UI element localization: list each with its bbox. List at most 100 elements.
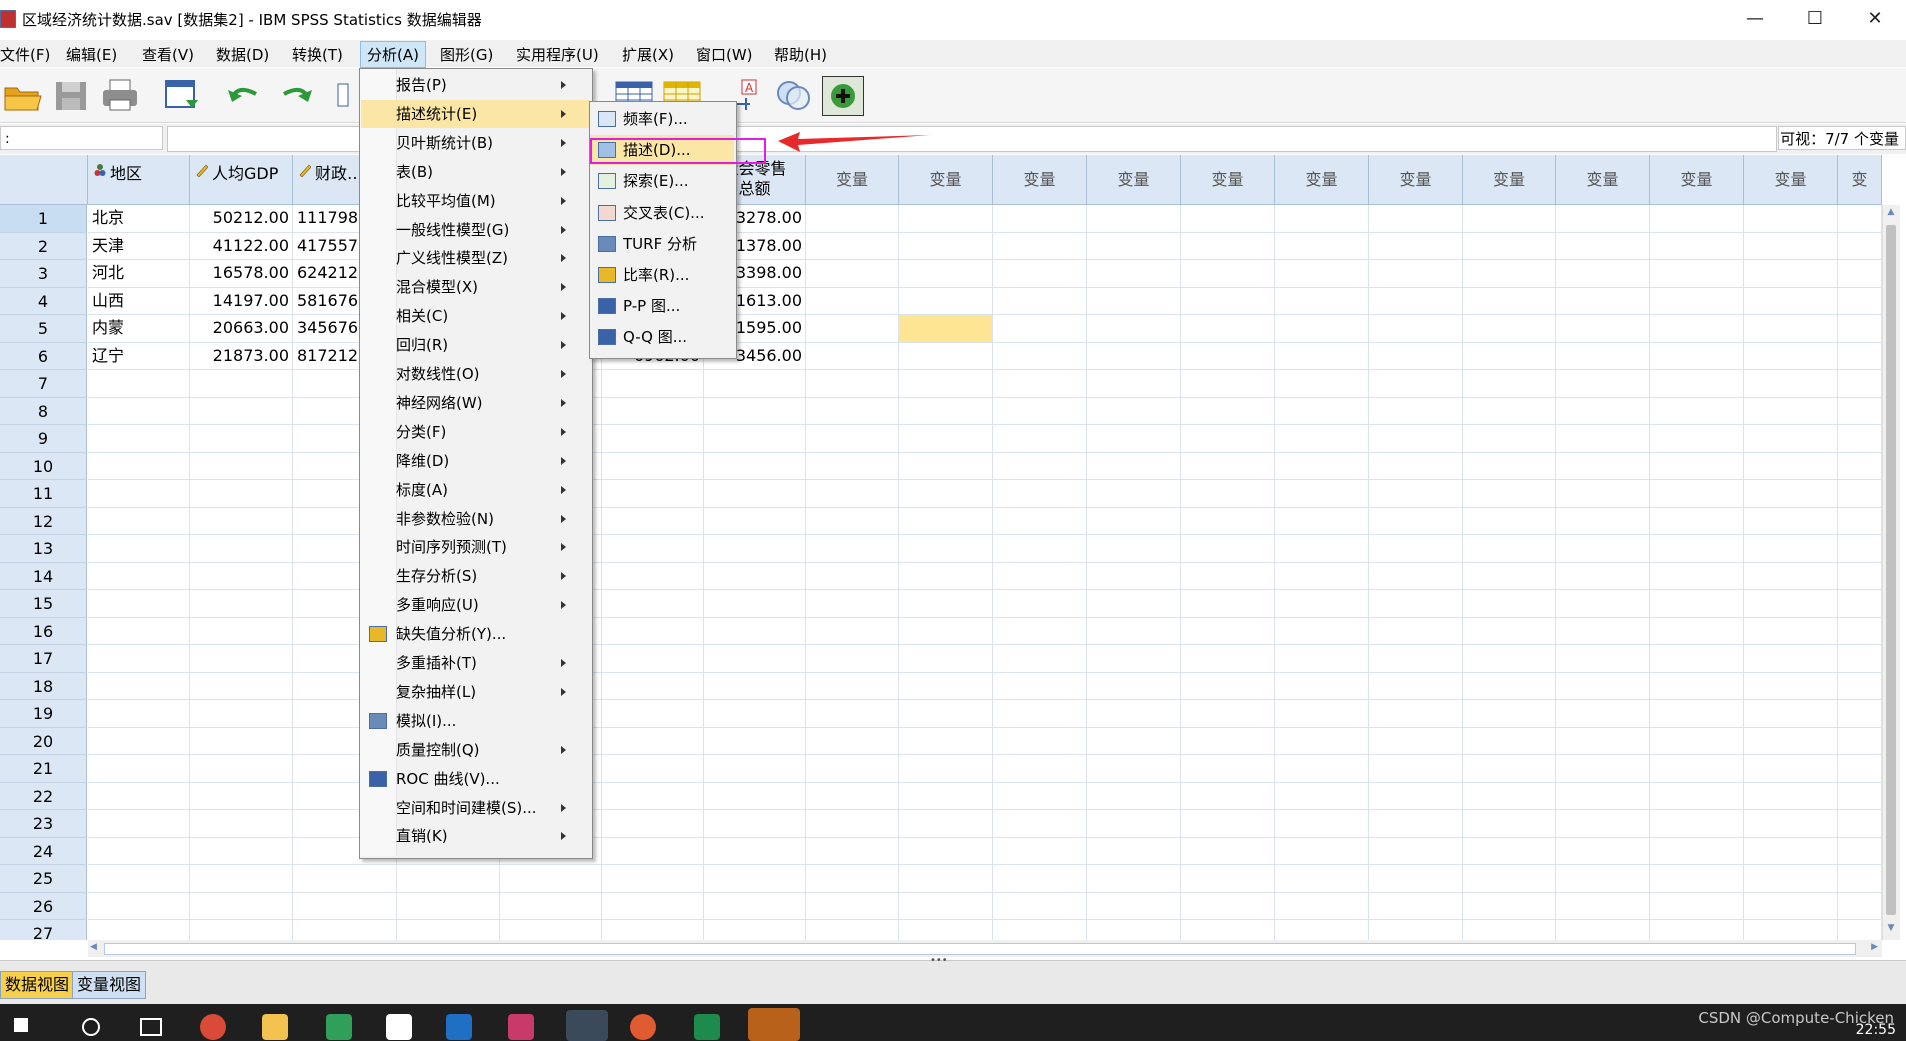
grid-cell[interactable] <box>602 590 704 618</box>
grid-cell[interactable] <box>704 617 806 645</box>
grid-cell[interactable] <box>1087 920 1181 940</box>
grid-cell[interactable] <box>1744 232 1838 260</box>
analyze-item-4[interactable]: 比较平均值(M) <box>361 187 590 215</box>
grid-cell[interactable] <box>1087 535 1181 563</box>
row-header[interactable]: 26 <box>0 892 87 920</box>
row-header[interactable]: 15 <box>0 590 87 618</box>
column-header-empty-var[interactable]: 变 <box>1838 155 1882 205</box>
column-header-empty-var[interactable]: 变量 <box>993 155 1087 205</box>
app-blue-icon[interactable] <box>446 1014 472 1040</box>
grid-cell[interactable] <box>88 865 190 893</box>
grid-cell[interactable] <box>1744 370 1838 398</box>
grid-cell[interactable] <box>704 562 806 590</box>
cell-gdp[interactable]: 50212.00 <box>190 205 293 233</box>
grid-cell[interactable] <box>993 645 1087 673</box>
grid-cell[interactable] <box>1275 425 1369 453</box>
analyze-item-3[interactable]: 表(B) <box>361 158 590 186</box>
grid-cell[interactable] <box>993 507 1087 535</box>
column-header-empty-var[interactable]: 变量 <box>806 155 899 205</box>
analyze-item-6[interactable]: 广义线性模型(Z) <box>361 244 590 272</box>
grid-cell[interactable] <box>704 645 806 673</box>
grid-cell[interactable] <box>1650 920 1744 940</box>
grid-cell[interactable] <box>190 480 293 508</box>
grid-cell[interactable] <box>1556 617 1650 645</box>
grid-cell[interactable] <box>1463 920 1556 940</box>
grid-cell[interactable] <box>806 452 899 480</box>
grid-cell[interactable] <box>1181 287 1275 315</box>
row-header[interactable]: 10 <box>0 452 87 480</box>
row-header[interactable]: 20 <box>0 727 87 755</box>
redo-icon[interactable] <box>276 76 316 114</box>
grid-cell[interactable] <box>993 617 1087 645</box>
grid-cell[interactable] <box>1369 700 1463 728</box>
grid-cell[interactable] <box>1744 865 1838 893</box>
grid-cell[interactable] <box>602 892 704 920</box>
grid-cell[interactable] <box>1275 590 1369 618</box>
grid-cell[interactable] <box>293 892 397 920</box>
grid-cell[interactable] <box>1463 892 1556 920</box>
grid-cell[interactable] <box>899 232 993 260</box>
grid-cell[interactable] <box>1838 617 1882 645</box>
close-button[interactable]: ✕ <box>1846 0 1904 38</box>
cell-region[interactable]: 河北 <box>88 260 190 288</box>
grid-cell[interactable] <box>993 397 1087 425</box>
grid-cell[interactable] <box>993 920 1087 940</box>
grid-cell[interactable] <box>1181 672 1275 700</box>
grid-cell[interactable] <box>704 700 806 728</box>
grid-cell[interactable] <box>1181 645 1275 673</box>
grid-cell[interactable] <box>1744 590 1838 618</box>
grid-cell[interactable] <box>1181 920 1275 940</box>
grid-cell[interactable] <box>899 562 993 590</box>
menu-transform[interactable]: 转换(T) <box>292 44 343 65</box>
grid-cell[interactable] <box>1087 232 1181 260</box>
grid-cell[interactable] <box>1087 562 1181 590</box>
grid-cell[interactable] <box>806 727 899 755</box>
grid-cell[interactable] <box>899 782 993 810</box>
grid-cell[interactable] <box>1369 370 1463 398</box>
menu-help[interactable]: 帮助(H) <box>774 44 827 65</box>
grid-cell[interactable] <box>806 287 899 315</box>
grid-cell[interactable] <box>1369 480 1463 508</box>
grid-cell[interactable] <box>1369 315 1463 343</box>
grid-cell[interactable] <box>1181 425 1275 453</box>
grid-cell[interactable] <box>1650 342 1744 370</box>
row-header[interactable]: 12 <box>0 507 87 535</box>
grid-cell[interactable] <box>1181 892 1275 920</box>
grid-cell[interactable] <box>806 480 899 508</box>
grid-cell[interactable] <box>1744 810 1838 838</box>
row-header[interactable]: 25 <box>0 865 87 893</box>
grid-cell[interactable] <box>602 727 704 755</box>
grid-cell[interactable] <box>602 617 704 645</box>
grid-cell[interactable] <box>1275 920 1369 940</box>
grid-cell[interactable] <box>1181 260 1275 288</box>
scroll-up-icon[interactable]: ▲ <box>1885 207 1897 219</box>
grid-cell[interactable] <box>1744 315 1838 343</box>
grid-cell[interactable] <box>993 755 1087 783</box>
grid-cell[interactable] <box>1275 727 1369 755</box>
grid-cell[interactable] <box>899 810 993 838</box>
grid-cell[interactable] <box>1463 617 1556 645</box>
grid-cell[interactable] <box>1650 315 1744 343</box>
grid-cell[interactable] <box>1181 535 1275 563</box>
grid-cell[interactable] <box>190 507 293 535</box>
grid-cell[interactable] <box>806 397 899 425</box>
grid-cell[interactable] <box>899 342 993 370</box>
grid-cell[interactable] <box>602 507 704 535</box>
grid-cell[interactable] <box>806 425 899 453</box>
grid-cell[interactable] <box>806 892 899 920</box>
grid-cell[interactable] <box>1744 342 1838 370</box>
grid-cell[interactable] <box>1650 535 1744 563</box>
maximize-button[interactable]: ☐ <box>1786 0 1844 38</box>
menu-analyze[interactable]: 分析(A) <box>360 41 426 68</box>
cell-gdp[interactable]: 20663.00 <box>190 315 293 343</box>
descriptive-item-0[interactable]: 频率(F)... <box>591 104 734 134</box>
grid-cell[interactable] <box>1275 755 1369 783</box>
tab-variable-view[interactable]: 变量视图 <box>72 971 147 999</box>
grid-cell[interactable] <box>190 590 293 618</box>
analyze-item-0[interactable]: 报告(P) <box>361 71 590 99</box>
grid-cell[interactable] <box>899 370 993 398</box>
grid-cell[interactable] <box>993 700 1087 728</box>
grid-cell[interactable] <box>1369 672 1463 700</box>
grid-cell[interactable] <box>1369 452 1463 480</box>
grid-cell[interactable] <box>1181 617 1275 645</box>
